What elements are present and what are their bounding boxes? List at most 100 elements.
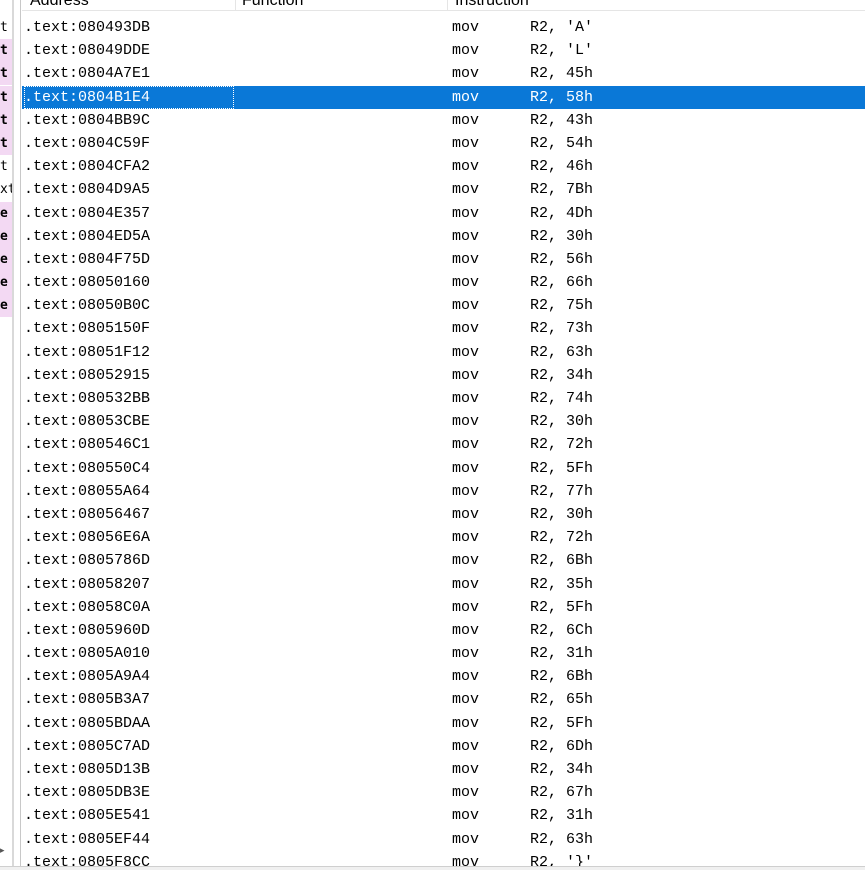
table-row[interactable]: .text:0805F8CC mov R2, '}' xyxy=(22,851,865,866)
column-divider[interactable] xyxy=(235,0,236,10)
table-row[interactable]: .text:0805E541 mov R2, 31h xyxy=(22,804,865,827)
table-row[interactable]: .text:0805B3A7 mov R2, 65h xyxy=(22,688,865,711)
pane-border xyxy=(20,0,21,870)
address-cell: .text:080532BB xyxy=(24,390,151,407)
column-header-instruction[interactable]: Instruction xyxy=(455,0,855,10)
table-row[interactable]: .text:0804C59F mov R2, 54h xyxy=(22,132,865,155)
table-row[interactable]: .text:0805A010 mov R2, 31h xyxy=(22,642,865,665)
column-divider[interactable] xyxy=(447,0,448,10)
function-cell xyxy=(240,665,445,688)
table-row[interactable]: .text:0805786D mov R2, 6Bh xyxy=(22,549,865,572)
table-row[interactable]: .text:08050B0C mov R2, 75h xyxy=(22,294,865,317)
table-row[interactable]: .text:080550C4 mov R2, 5Fh xyxy=(22,457,865,480)
table-row[interactable]: .text:0804CFA2 mov R2, 46h xyxy=(22,155,865,178)
operands-cell: R2, 34h xyxy=(530,366,594,384)
table-row[interactable]: .text:08052915 mov R2, 34h xyxy=(22,364,865,387)
table-row[interactable]: .text:0804D9A5 mov R2, 7Bh xyxy=(22,178,865,201)
table-row[interactable]: .text:0804ED5A mov R2, 30h xyxy=(22,225,865,248)
operands-cell: R2, 77h xyxy=(530,482,594,500)
left-pane-item[interactable]: t xyxy=(0,62,12,86)
table-row[interactable]: .text:08058C0A mov R2, 5Fh xyxy=(22,596,865,619)
mnemonic-cell: mov xyxy=(452,111,480,129)
left-pane-item[interactable]: e xyxy=(0,294,12,318)
table-row[interactable]: .text:0804E357 mov R2, 4Dh xyxy=(22,202,865,225)
left-pane-item[interactable]: t xyxy=(0,155,12,178)
operands-cell: R2, 30h xyxy=(530,413,594,431)
operands-cell: R2, 5Fh xyxy=(530,459,594,477)
mnemonic-cell: mov xyxy=(452,853,480,866)
left-pane-item[interactable]: t xyxy=(0,16,12,39)
table-row[interactable]: .text:0805DB3E mov R2, 67h xyxy=(22,781,865,804)
function-cell xyxy=(240,364,445,387)
function-cell xyxy=(240,271,445,294)
operands-cell: R2, 73h xyxy=(530,320,594,338)
table-row[interactable]: .text:08049DDE mov R2, 'L' xyxy=(22,39,865,62)
table-row[interactable]: .text:0804F75D mov R2, 56h xyxy=(22,248,865,271)
table-row[interactable]: .text:0805960D mov R2, 6Ch xyxy=(22,619,865,642)
address-cell: .text:08056467 xyxy=(24,505,151,523)
occurrences-window: t t t t t t t xt e e e e e ▸ Address Function Instru… xyxy=(0,0,865,870)
operands-cell: R2, 63h xyxy=(530,343,594,361)
table-row[interactable]: .text:08051F12 mov R2, 63h xyxy=(22,341,865,364)
mnemonic-cell: mov xyxy=(452,598,480,616)
operands-cell: R2, 66h xyxy=(530,274,594,292)
mnemonic-cell: mov xyxy=(452,65,480,83)
table-row[interactable]: .text:0804A7E1 mov R2, 45h xyxy=(22,62,865,85)
function-cell xyxy=(240,317,445,340)
column-header-address[interactable]: Address xyxy=(30,0,235,10)
expand-arrow-icon[interactable]: ▸ xyxy=(0,846,12,858)
table-row[interactable]: .text:080493DB mov R2, 'A' xyxy=(22,16,865,39)
left-pane-item[interactable]: t xyxy=(0,108,12,132)
function-cell xyxy=(240,642,445,665)
left-pane-item[interactable]: e xyxy=(0,248,12,271)
operands-cell: R2, 63h xyxy=(530,830,594,848)
left-pane-item[interactable]: e xyxy=(0,224,12,248)
function-cell xyxy=(240,86,445,109)
operands-cell: R2, 5Fh xyxy=(530,714,594,732)
function-cell xyxy=(240,341,445,364)
left-pane-item[interactable]: t xyxy=(0,39,12,63)
table-row[interactable]: .text:0805BDAA mov R2, 5Fh xyxy=(22,712,865,735)
mnemonic-cell: mov xyxy=(452,761,480,778)
left-pane-item[interactable]: e xyxy=(0,201,12,225)
table-row[interactable]: .text:0804B1E4 mov R2, 58h xyxy=(22,85,865,109)
operands-cell: R2, 'A' xyxy=(530,19,594,36)
table-row[interactable]: .text:08055A64 mov R2, 77h xyxy=(22,480,865,503)
function-cell xyxy=(240,828,445,851)
table-row[interactable]: .text:0805D13B mov R2, 34h xyxy=(22,758,865,781)
table-row[interactable]: .text:080532BB mov R2, 74h xyxy=(22,387,865,410)
column-header-function[interactable]: Function xyxy=(242,0,442,10)
operands-cell: R2, 6Dh xyxy=(530,737,594,755)
left-pane-item[interactable]: e xyxy=(0,271,12,295)
function-cell xyxy=(240,132,445,155)
table-row[interactable]: .text:08053CBE mov R2, 30h xyxy=(22,410,865,433)
table-row[interactable]: .text:0805C7AD mov R2, 6Dh xyxy=(22,735,865,758)
left-pane-item[interactable]: t xyxy=(0,132,12,155)
left-pane-item[interactable]: t xyxy=(0,85,12,109)
address-cell: .text:0805C7AD xyxy=(24,737,151,755)
table-row[interactable]: .text:08056467 mov R2, 30h xyxy=(22,503,865,526)
address-cell: .text:0805A9A4 xyxy=(24,668,151,686)
table-row[interactable]: .text:08058207 mov R2, 35h xyxy=(22,573,865,596)
left-pane-item[interactable]: xt xyxy=(0,178,12,201)
pane-splitter[interactable] xyxy=(12,0,14,870)
address-cell: .text:08056E6A xyxy=(24,529,151,547)
mnemonic-cell: mov xyxy=(452,807,480,825)
function-cell xyxy=(240,712,445,735)
table-row[interactable]: .text:08056E6A mov R2, 72h xyxy=(22,526,865,549)
function-cell xyxy=(240,781,445,804)
table-row[interactable]: .text:080546C1 mov R2, 72h xyxy=(22,433,865,456)
address-cell: .text:0805D13B xyxy=(24,761,151,778)
operands-cell: R2, 75h xyxy=(530,297,594,315)
table-row[interactable]: .text:0805150F mov R2, 73h xyxy=(22,317,865,340)
result-rows: .text:080493DB mov R2, 'A' .text:08049DDE mo… xyxy=(22,16,865,866)
table-row[interactable]: .text:0805A9A4 mov R2, 6Bh xyxy=(22,665,865,688)
function-cell xyxy=(240,851,445,866)
operands-cell: R2, 58h xyxy=(530,88,594,106)
operands-cell: R2, 34h xyxy=(530,761,594,778)
mnemonic-cell: mov xyxy=(452,413,480,431)
table-row[interactable]: .text:0805EF44 mov R2, 63h xyxy=(22,828,865,851)
table-row[interactable]: .text:0804BB9C mov R2, 43h xyxy=(22,109,865,132)
mnemonic-cell: mov xyxy=(452,204,480,222)
table-row[interactable]: .text:08050160 mov R2, 66h xyxy=(22,271,865,294)
